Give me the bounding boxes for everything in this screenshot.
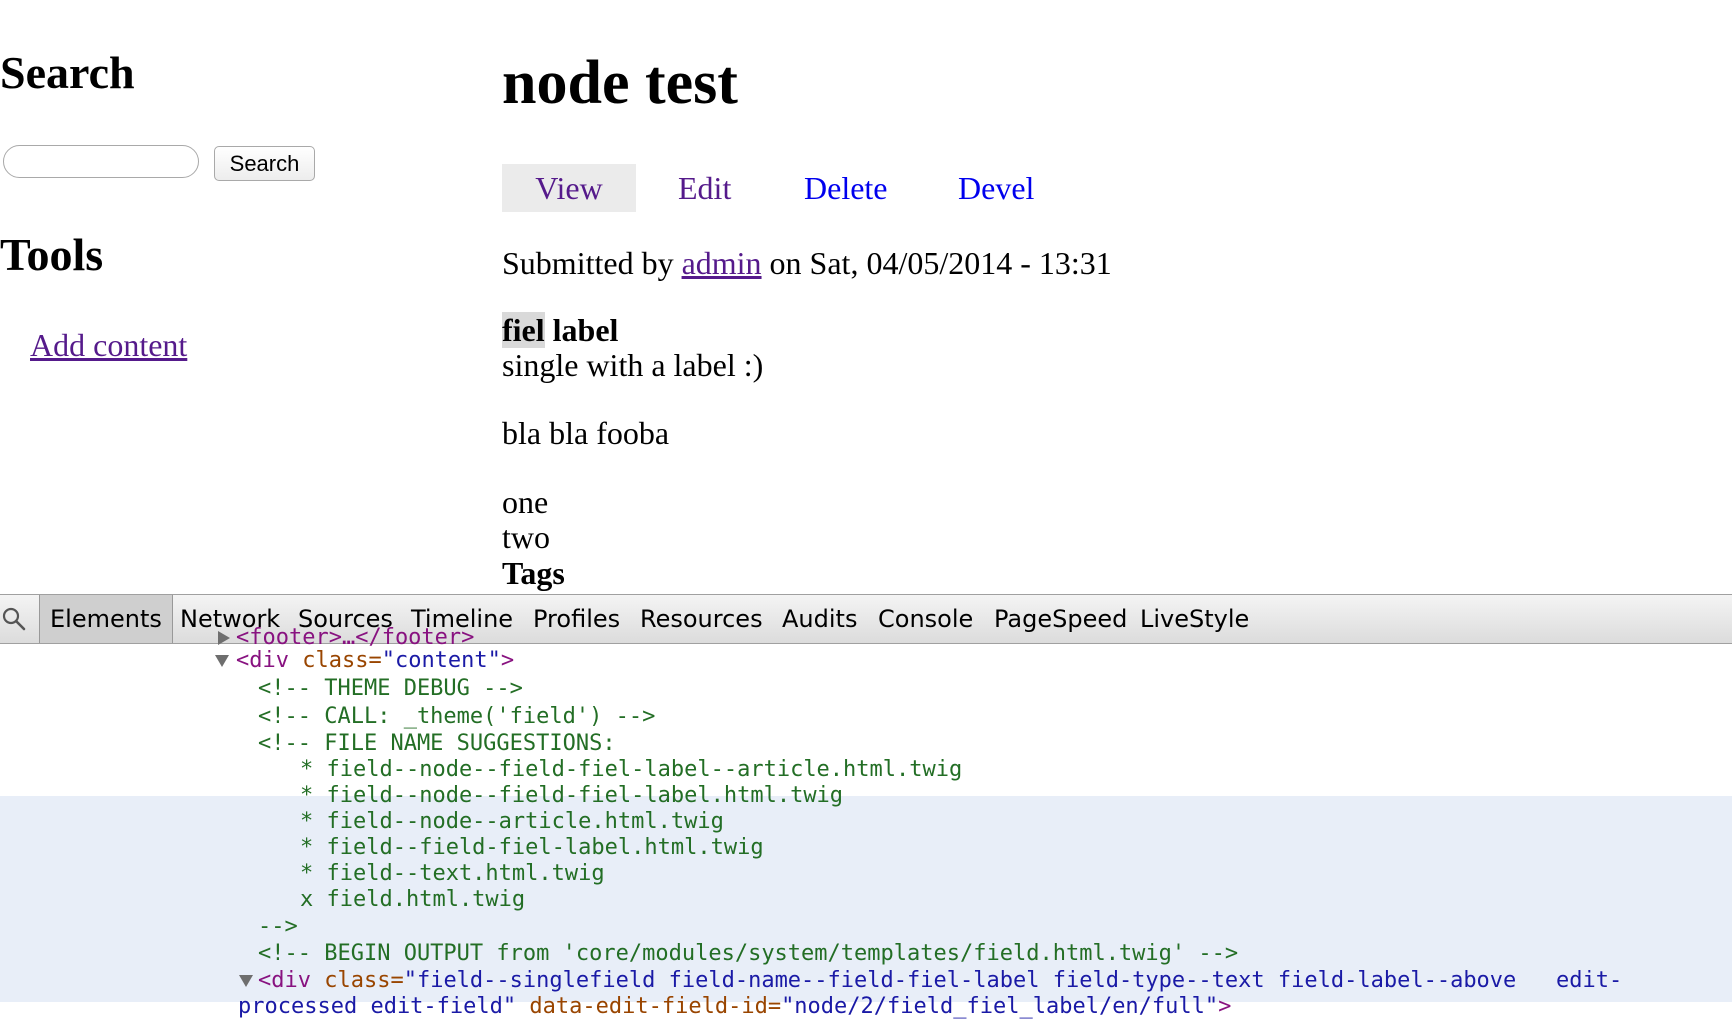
- submitted-date: on Sat, 04/05/2014 - 13:31: [769, 245, 1112, 281]
- dom-tree: <footer>…</footer> <div class="content">…: [0, 625, 1732, 1024]
- dom-suggestion-line: x field.html.twig: [300, 887, 526, 912]
- dom-comment-call[interactable]: <!-- CALL: _theme('field') -->: [258, 704, 655, 730]
- list-item: two: [502, 519, 550, 555]
- dom-line-content-div[interactable]: <div class="content">: [236, 648, 514, 674]
- dom-suggestion-line: * field--text.html.twig: [300, 861, 605, 886]
- tab-devel[interactable]: Devel: [958, 164, 1034, 212]
- search-heading: Search: [0, 47, 135, 98]
- tab-delete[interactable]: Delete: [804, 164, 888, 212]
- search-icon[interactable]: [0, 595, 38, 643]
- tab-edit[interactable]: Edit: [678, 164, 731, 212]
- tags-label: Tags: [502, 555, 565, 591]
- tools-heading: Tools: [0, 229, 104, 280]
- add-content-link[interactable]: Add content: [30, 327, 187, 364]
- submitted-info: Submitted by admin on Sat, 04/05/2014 - …: [502, 243, 1112, 283]
- devtools-tab-pagespeed[interactable]: PageSpeed: [994, 595, 1127, 643]
- devtools-tab-audits[interactable]: Audits: [782, 595, 857, 643]
- expand-icon[interactable]: [218, 631, 230, 645]
- dom-comment-suggestions[interactable]: <!-- FILE NAME SUGGESTIONS:: [258, 731, 616, 757]
- devtools-tab-livestyle[interactable]: LiveStyle: [1140, 595, 1249, 643]
- list-item: one: [502, 484, 549, 520]
- page-title: node test: [502, 49, 738, 117]
- tab-view[interactable]: View: [502, 164, 636, 212]
- page-content: Search Search Tools Add content node tes…: [0, 0, 1732, 594]
- field-label-rest: label: [544, 312, 619, 348]
- dom-comment-theme-debug[interactable]: <!-- THEME DEBUG -->: [258, 676, 523, 702]
- dom-line-field-div[interactable]: <div class="field--singlefield field-nam…: [258, 968, 1622, 994]
- dom-comment-close: -->: [258, 914, 298, 939]
- search-input[interactable]: [3, 145, 199, 178]
- collapse-icon[interactable]: [239, 975, 253, 987]
- submitted-prefix: Submitted by: [502, 245, 674, 281]
- search-button[interactable]: Search: [214, 146, 315, 181]
- author-link[interactable]: admin: [682, 245, 762, 281]
- dom-line-field-div-cont[interactable]: processed edit-field" data-edit-field-id…: [238, 994, 1231, 1020]
- devtools-tab-console[interactable]: Console: [878, 595, 973, 643]
- collapse-icon[interactable]: [215, 655, 229, 667]
- field-label: fiel label: [502, 310, 618, 350]
- dom-suggestion-line: * field--node--field-fiel-label--article…: [300, 757, 963, 782]
- dom-suggestion-line: * field--node--field-fiel-label.html.twi…: [300, 783, 844, 808]
- devtools-panel: Elements Network Sources Timeline Profil…: [0, 594, 1732, 1024]
- dom-suggestion-line: * field--node--article.html.twig: [300, 809, 724, 834]
- devtools-tab-elements[interactable]: Elements: [39, 595, 173, 643]
- body-text: bla bla fooba: [502, 415, 670, 451]
- dom-suggestion-line: * field--field-fiel-label.html.twig: [300, 835, 764, 860]
- field-label-highlight: fiel: [502, 312, 545, 348]
- dom-comment-begin-output[interactable]: <!-- BEGIN OUTPUT from 'core/modules/sys…: [258, 941, 1238, 967]
- devtools-tab-profiles[interactable]: Profiles: [533, 595, 620, 643]
- field-value: single with a label :): [502, 347, 764, 383]
- devtools-tab-resources[interactable]: Resources: [640, 595, 763, 643]
